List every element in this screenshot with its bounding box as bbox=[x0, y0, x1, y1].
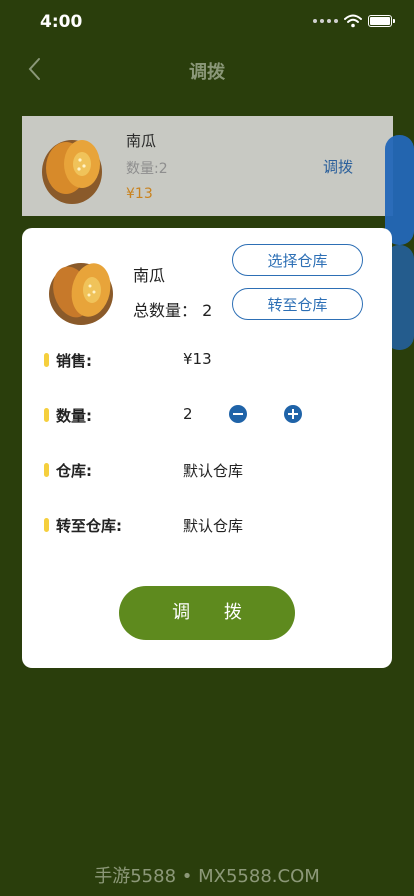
target-warehouse-value: 默认仓库 bbox=[183, 517, 244, 535]
nav-bar: 调拨 bbox=[0, 44, 414, 94]
plus-icon[interactable] bbox=[284, 405, 302, 423]
row-marker bbox=[44, 463, 49, 477]
background-item-name: 南瓜 bbox=[126, 132, 157, 150]
warehouse-value: 默认仓库 bbox=[183, 462, 244, 480]
status-indicators bbox=[313, 14, 395, 28]
transfer-dialog: 南瓜 总数量： 2 选择仓库 转至仓库 销售: ¥13 数量: 2 仓库: 默认… bbox=[22, 228, 392, 668]
background-item-quantity: 数量:2 bbox=[126, 161, 168, 177]
select-warehouse-button[interactable]: 选择仓库 bbox=[232, 244, 363, 276]
quantity-label: 数量: bbox=[56, 407, 92, 425]
transfer-to-warehouse-button[interactable]: 转至仓库 bbox=[232, 288, 363, 320]
row-marker bbox=[44, 518, 49, 532]
sale-label: 销售: bbox=[56, 352, 92, 370]
sale-row: 销售: ¥13 bbox=[44, 348, 374, 372]
transfer-submit-button[interactable]: 调 拨 bbox=[119, 586, 295, 640]
product-name: 南瓜 bbox=[133, 266, 166, 285]
warehouse-label: 仓库: bbox=[56, 462, 92, 480]
total-quantity: 总数量： 2 bbox=[133, 301, 213, 320]
warehouse-row: 仓库: 默认仓库 bbox=[44, 458, 374, 482]
row-marker bbox=[44, 353, 49, 367]
quantity-row: 数量: 2 bbox=[44, 403, 374, 427]
status-time: 4:00 bbox=[40, 12, 83, 32]
row-marker bbox=[44, 408, 49, 422]
quantity-value: 2 bbox=[183, 405, 193, 423]
wifi-icon bbox=[344, 14, 362, 28]
status-bar: 4:00 bbox=[0, 0, 414, 44]
background-item-price: ¥13 bbox=[126, 186, 153, 202]
background-transfer-button[interactable]: 调拨 bbox=[323, 156, 353, 177]
page-title: 调拨 bbox=[189, 62, 225, 83]
background-item-card: 南瓜 数量:2 ¥13 调拨 bbox=[22, 116, 393, 216]
minus-icon[interactable] bbox=[229, 405, 247, 423]
pumpkin-image bbox=[42, 140, 102, 204]
watermark-text: 手游5588 • MX5588.COM bbox=[94, 866, 320, 887]
battery-icon bbox=[368, 15, 395, 27]
signal-icon bbox=[313, 19, 338, 23]
target-warehouse-label: 转至仓库: bbox=[56, 517, 122, 535]
sale-value: ¥13 bbox=[183, 350, 212, 368]
target-warehouse-row: 转至仓库: 默认仓库 bbox=[44, 513, 374, 537]
background-blur-decoration bbox=[385, 135, 414, 245]
pumpkin-image bbox=[49, 263, 113, 325]
